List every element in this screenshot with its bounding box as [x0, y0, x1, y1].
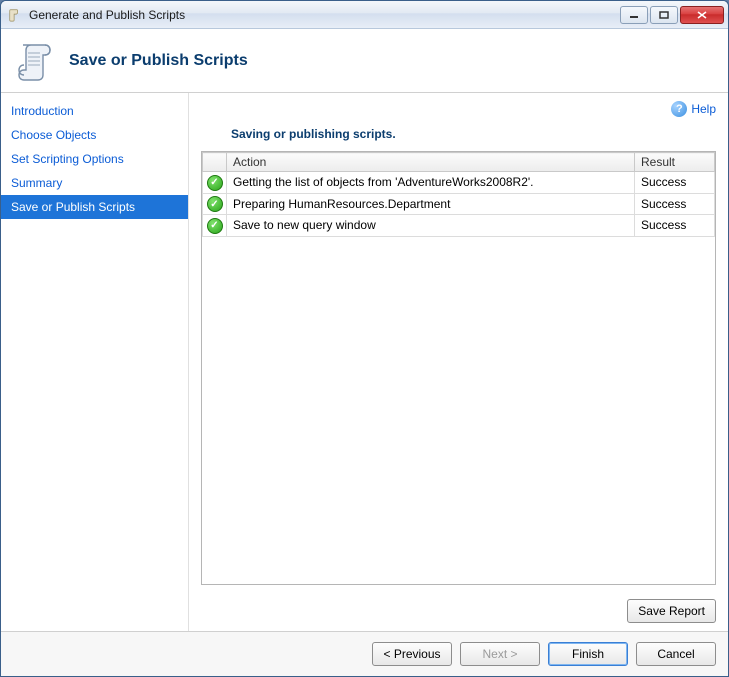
sidebar-item-set-scripting-options[interactable]: Set Scripting Options — [1, 147, 188, 171]
col-action: Action — [227, 153, 635, 172]
wizard-footer: < Previous Next > Finish Cancel — [1, 631, 728, 676]
success-icon: ✓ — [207, 196, 223, 212]
progress-table: Action Result ✓ Getting the list of obje… — [202, 152, 715, 237]
next-button: Next > — [460, 642, 540, 666]
close-button[interactable] — [680, 6, 724, 24]
sidebar-item-save-or-publish-scripts[interactable]: Save or Publish Scripts — [1, 195, 188, 219]
sidebar-item-introduction[interactable]: Introduction — [1, 99, 188, 123]
table-row: ✓ Save to new query window Success — [203, 215, 715, 237]
help-link[interactable]: Help — [691, 102, 716, 116]
cell-action: Save to new query window — [227, 215, 635, 237]
help-row: ? Help — [201, 101, 716, 117]
help-icon[interactable]: ? — [671, 101, 687, 117]
cell-result: Success — [635, 172, 715, 194]
save-report-row: Save Report — [201, 595, 716, 631]
success-icon: ✓ — [207, 218, 223, 234]
sidebar-item-summary[interactable]: Summary — [1, 171, 188, 195]
sidebar: Introduction Choose Objects Set Scriptin… — [1, 93, 189, 631]
header-panel: Save or Publish Scripts — [1, 29, 728, 93]
minimize-button[interactable] — [620, 6, 648, 24]
wizard-window: Generate and Publish Scripts — [0, 0, 729, 677]
cancel-button[interactable]: Cancel — [636, 642, 716, 666]
wizard-body: Introduction Choose Objects Set Scriptin… — [1, 93, 728, 631]
window-title: Generate and Publish Scripts — [29, 8, 620, 22]
sidebar-item-choose-objects[interactable]: Choose Objects — [1, 123, 188, 147]
table-row: ✓ Preparing HumanResources.Department Su… — [203, 193, 715, 215]
success-icon: ✓ — [207, 175, 223, 191]
finish-button[interactable]: Finish — [548, 642, 628, 666]
table-row: ✓ Getting the list of objects from 'Adve… — [203, 172, 715, 194]
page-title: Save or Publish Scripts — [69, 52, 248, 70]
col-status — [203, 153, 227, 172]
window-controls — [620, 6, 724, 24]
titlebar: Generate and Publish Scripts — [1, 1, 728, 29]
progress-table-container: Action Result ✓ Getting the list of obje… — [201, 151, 716, 585]
section-heading: Saving or publishing scripts. — [231, 127, 716, 141]
previous-button[interactable]: < Previous — [372, 642, 452, 666]
app-icon — [7, 7, 23, 23]
col-result: Result — [635, 153, 715, 172]
cell-result: Success — [635, 215, 715, 237]
cell-action: Preparing HumanResources.Department — [227, 193, 635, 215]
scroll-icon — [13, 37, 57, 85]
cell-action: Getting the list of objects from 'Advent… — [227, 172, 635, 194]
cell-result: Success — [635, 193, 715, 215]
save-report-button[interactable]: Save Report — [627, 599, 716, 623]
maximize-button[interactable] — [650, 6, 678, 24]
content-panel: ? Help Saving or publishing scripts. Act… — [189, 93, 728, 631]
